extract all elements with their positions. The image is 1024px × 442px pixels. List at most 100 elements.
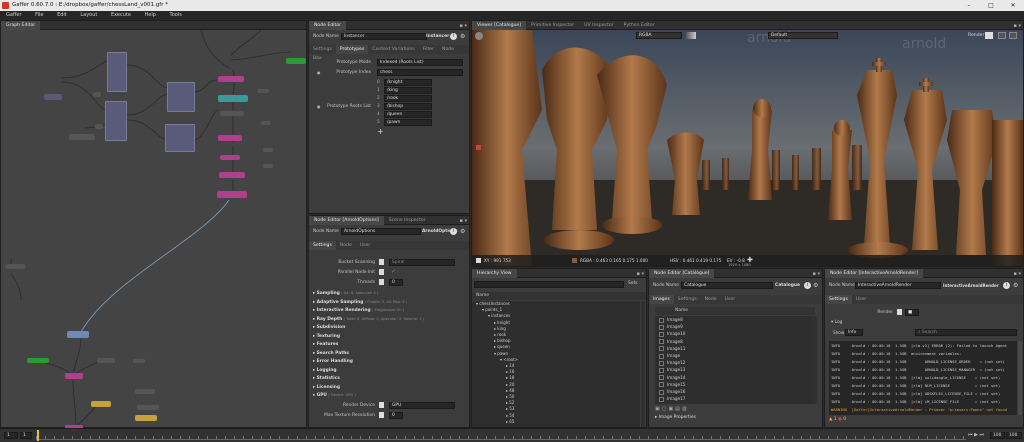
tab-user[interactable]: User xyxy=(852,295,870,304)
image-checkbox[interactable] xyxy=(659,324,664,330)
tree-row[interactable]: ▸ 50 xyxy=(506,394,514,399)
prototype-index-field[interactable]: chess xyxy=(377,69,463,76)
threads-field[interactable]: 0 xyxy=(389,279,403,286)
graph-node[interactable] xyxy=(217,191,247,198)
image-list-item[interactable]: Image17 xyxy=(659,396,685,402)
menu-execute[interactable]: Execute xyxy=(105,11,137,20)
root-field[interactable]: /king xyxy=(384,87,432,94)
image-list-item[interactable]: Image15 xyxy=(659,382,685,388)
tab-filter[interactable]: Filter xyxy=(419,45,438,54)
toggle-checkbox[interactable] xyxy=(379,259,384,265)
graph-node[interactable] xyxy=(257,89,269,93)
tree-row[interactable]: ▾ points_1 xyxy=(482,307,502,312)
tab-node-editor[interactable]: Node Editor xyxy=(309,21,347,30)
settings-section[interactable]: ▸ Ray Depth ( Total: 8, Diffuse: 2, Spec… xyxy=(313,317,424,322)
tree-row[interactable]: ▸ 20 xyxy=(506,382,514,387)
tree-row[interactable]: ▸ knight xyxy=(494,320,510,325)
graph-node[interactable] xyxy=(135,389,155,394)
render-image[interactable]: arnold arnold xyxy=(472,30,1023,266)
graph-node[interactable] xyxy=(261,121,271,125)
gear-icon[interactable]: ⚙ xyxy=(813,282,818,289)
graph-node[interactable] xyxy=(65,373,83,379)
graph-node[interactable] xyxy=(91,401,111,407)
graph-node[interactable] xyxy=(220,111,244,116)
tab-prototypes[interactable]: Prototypes xyxy=(335,45,369,54)
close-button[interactable]: ✕ xyxy=(1002,0,1024,11)
settings-section[interactable]: ▸ Interactive Rendering ( Progressive On… xyxy=(313,308,404,313)
start-frame-field[interactable]: 1 xyxy=(4,432,18,439)
hierarchy-filter-input[interactable] xyxy=(474,281,624,288)
tab-python-editor[interactable]: Python Editor xyxy=(619,21,660,30)
tree-row[interactable]: ▸ rook xyxy=(494,332,506,337)
log-search-input[interactable]: ⌕ Search xyxy=(915,329,1017,336)
graph-box-node[interactable] xyxy=(165,124,195,152)
tab-settings[interactable]: Settings xyxy=(309,241,336,250)
tree-row[interactable]: ▸ 52 xyxy=(506,400,514,405)
gear-icon[interactable]: ⚙ xyxy=(1013,282,1018,289)
toggle-checkbox[interactable] xyxy=(379,412,384,418)
tab-settings[interactable]: Settings xyxy=(674,295,701,304)
render-device-dropdown[interactable]: GPU xyxy=(389,402,455,409)
tab-scene-inspector[interactable]: Scene Inspector xyxy=(384,216,431,225)
bucket-scanning-dropdown[interactable]: Spiral xyxy=(389,259,455,266)
graph-node[interactable] xyxy=(286,58,306,64)
name-column-header[interactable]: Name xyxy=(472,292,646,300)
menu-help[interactable]: Help xyxy=(139,11,162,20)
channels-dropdown[interactable]: RGBA xyxy=(636,32,682,39)
toggle-checkbox[interactable] xyxy=(379,269,384,275)
tab-node[interactable]: Node xyxy=(438,45,458,54)
camera-icon[interactable] xyxy=(475,32,483,40)
info-icon[interactable]: i xyxy=(450,33,457,40)
graph-node[interactable] xyxy=(95,124,103,129)
tree-row[interactable]: ▸ 65 xyxy=(506,419,514,424)
checkmark-icon[interactable]: ✓ xyxy=(391,268,396,275)
image-list-item[interactable]: Image8 xyxy=(659,317,683,323)
info-icon[interactable]: i xyxy=(1003,282,1010,289)
graph-node[interactable] xyxy=(219,172,245,178)
stop-button[interactable] xyxy=(1009,32,1017,39)
image-checkbox[interactable] xyxy=(659,339,664,345)
tab-settings[interactable]: Settings xyxy=(309,45,336,54)
timeline-slider[interactable] xyxy=(36,431,966,440)
minimize-button[interactable]: – xyxy=(958,0,980,11)
graph-node[interactable] xyxy=(137,405,159,410)
gear-icon[interactable]: ⚙ xyxy=(460,228,465,235)
image-checkbox[interactable] xyxy=(659,396,664,402)
tree-row[interactable]: ▾ <root> xyxy=(500,357,518,362)
image-checkbox[interactable] xyxy=(659,346,664,352)
info-icon[interactable]: i xyxy=(804,282,811,289)
pause-button[interactable] xyxy=(998,32,1006,39)
settings-section[interactable]: ▸ GPU ( Device: GPU ) xyxy=(313,393,356,398)
tab-viewer[interactable]: Viewer [Catalogue] xyxy=(472,21,527,30)
max-texture-field[interactable]: 0 xyxy=(389,412,403,419)
image-list-item[interactable]: Image13 xyxy=(659,367,685,373)
tree-row[interactable]: ▸ 16 xyxy=(506,369,514,374)
tree-row[interactable]: ▸ 54 xyxy=(506,413,514,418)
menu-edit[interactable]: Edit xyxy=(51,11,73,20)
menu-file[interactable]: File xyxy=(29,11,49,20)
end-frame-field-2[interactable]: 100 xyxy=(1006,432,1022,439)
tab-hierarchy-view[interactable]: Hierarchy View xyxy=(472,269,517,278)
image-list-item[interactable]: Image9 xyxy=(659,324,683,330)
image-list-item[interactable]: Image8 xyxy=(659,339,683,345)
graph-node[interactable] xyxy=(133,359,145,363)
toggle-checkbox[interactable] xyxy=(379,402,384,408)
graph-box-node[interactable] xyxy=(107,52,127,92)
log-output[interactable]: INFO Arnold : 00:00:10 1.5GB [clm.v1] ER… xyxy=(829,341,1017,415)
graph-box-node[interactable] xyxy=(167,82,195,112)
tab-primitive-inspector[interactable]: Primitive Inspector xyxy=(526,21,579,30)
tree-row[interactable]: ▾ instances xyxy=(488,313,510,318)
graph-node[interactable] xyxy=(218,76,244,82)
menu-layout[interactable]: Layout xyxy=(74,11,103,20)
image-list-item[interactable]: Image10 xyxy=(659,331,685,337)
image-list-item[interactable]: Image14 xyxy=(659,375,685,381)
menu-tools[interactable]: Tools xyxy=(164,11,188,20)
root-field[interactable]: /knight xyxy=(384,79,432,86)
settings-section[interactable]: ▸ Adaptive Sampling ( Enable: 0, AA Max:… xyxy=(313,300,407,305)
node-name-field[interactable]: InteractiveArnoldRender xyxy=(855,282,941,289)
gamma-swatch[interactable] xyxy=(686,32,696,39)
name-column-header[interactable]: Name xyxy=(655,307,815,315)
root-field[interactable]: /queen xyxy=(384,111,432,118)
tab-node[interactable]: Node xyxy=(701,295,721,304)
settings-section[interactable]: ▸ Subdivision xyxy=(313,325,345,330)
